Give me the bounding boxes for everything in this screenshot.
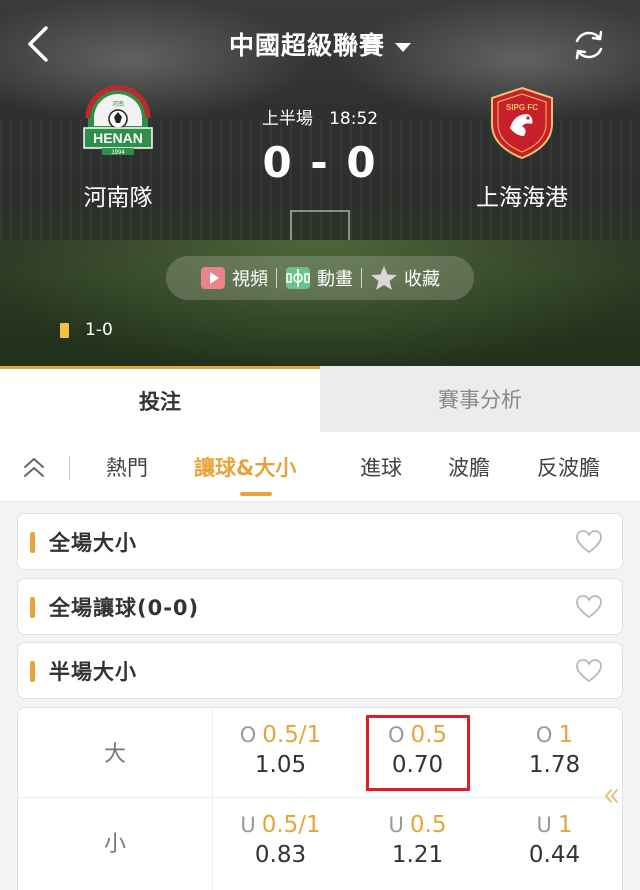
row-label-over: 大 bbox=[103, 742, 126, 767]
yellow-card-icon bbox=[60, 322, 69, 338]
odds-cell[interactable]: O 0.5/1 1.05 bbox=[212, 722, 349, 778]
subtab-divider bbox=[69, 456, 70, 480]
odds-prefix: U bbox=[240, 813, 256, 837]
subtab-goals[interactable]: 進球 bbox=[360, 452, 402, 482]
match-clock: 18:52 bbox=[329, 109, 379, 129]
heart-icon[interactable] bbox=[575, 594, 603, 620]
selected-odds-highlight bbox=[366, 715, 470, 791]
odds-value: 1.21 bbox=[391, 842, 444, 868]
subtab-reverse-correct-score[interactable]: 反波膽 bbox=[537, 452, 600, 482]
video-button[interactable]: 視頻 bbox=[192, 265, 276, 291]
odds-prefix: U bbox=[388, 813, 404, 837]
tab-match-analysis[interactable]: 賽事分析 bbox=[320, 366, 640, 432]
market-fulltime-handicap[interactable]: 全場讓球(0-0) bbox=[17, 578, 623, 635]
row-divider bbox=[18, 797, 622, 798]
away-logo-text: SIPG FC bbox=[506, 103, 538, 112]
video-label: 視頻 bbox=[232, 269, 268, 290]
market-accent-bar bbox=[30, 532, 35, 553]
match-header: 中國超級聯賽 HENAN 1994 河南 河南隊 SIPG FC 上海海港 上半… bbox=[0, 0, 640, 366]
odds-line: 1 bbox=[557, 812, 573, 838]
double-chevron-left-icon[interactable] bbox=[602, 786, 622, 806]
active-tab-underline bbox=[240, 492, 272, 496]
odds-line: 0.5/1 bbox=[262, 722, 322, 748]
caret-down-icon bbox=[395, 42, 411, 52]
home-logo-text: HENAN bbox=[93, 130, 143, 146]
away-team-logo: SIPG FC bbox=[491, 86, 553, 160]
odds-prefix: O bbox=[535, 723, 553, 747]
odds-value: 0.83 bbox=[254, 842, 307, 868]
market-label: 半場大小 bbox=[49, 660, 137, 684]
yellow-card-count: 1-0 bbox=[60, 320, 113, 340]
star-icon bbox=[371, 266, 397, 290]
odds-value: 1.78 bbox=[528, 752, 581, 778]
favorite-button[interactable]: 收藏 bbox=[362, 265, 448, 291]
row-label-under: 小 bbox=[103, 832, 126, 857]
match-period: 上半場 18:52 bbox=[220, 104, 420, 129]
main-tabs: 投注 賽事分析 bbox=[0, 366, 640, 432]
league-name: 中國超級聯賽 bbox=[228, 31, 385, 60]
odds-cell[interactable]: O1 1.78 bbox=[486, 722, 622, 778]
market-category-tabs: 熱門 讓球&大小 進球 波膽 反波膽 bbox=[0, 432, 640, 502]
league-selector[interactable]: 中國超級聯賽 bbox=[0, 26, 640, 62]
odds-cell[interactable]: U 0.5/1 0.83 bbox=[212, 812, 349, 868]
home-team-logo: HENAN 1994 河南 bbox=[83, 85, 153, 156]
period-label: 上半場 bbox=[261, 109, 313, 129]
animation-label: 動畫 bbox=[317, 269, 353, 290]
odds-table: 大 小 O 0.5/1 1.05 O 0.5 0.70 O1 1.78 U 0.5/1… bbox=[17, 707, 623, 890]
play-video-icon bbox=[201, 267, 225, 289]
refresh-icon[interactable] bbox=[572, 28, 606, 62]
market-halftime-overunder[interactable]: 半場大小 bbox=[17, 642, 623, 699]
tab-betting[interactable]: 投注 bbox=[0, 366, 320, 432]
favorite-label: 收藏 bbox=[404, 269, 440, 290]
media-bar: 視頻 動畫 收藏 bbox=[166, 256, 474, 300]
market-label: 全場讓球(0-0) bbox=[49, 596, 200, 620]
market-accent-bar bbox=[30, 661, 35, 682]
match-score: 0 - 0 bbox=[262, 138, 378, 187]
odds-value: 1.05 bbox=[254, 752, 307, 778]
odds-line: 1 bbox=[558, 722, 574, 748]
market-accent-bar bbox=[30, 597, 35, 618]
subtab-handicap-overunder[interactable]: 讓球&大小 bbox=[194, 452, 296, 482]
heart-icon[interactable] bbox=[575, 658, 603, 684]
odds-line: 0.5 bbox=[409, 812, 447, 838]
home-logo-sub: 河南 bbox=[112, 100, 124, 108]
goal-frame bbox=[290, 210, 350, 240]
market-fulltime-overunder[interactable]: 全場大小 bbox=[17, 513, 623, 570]
odds-cell[interactable]: U1 0.44 bbox=[486, 812, 622, 868]
away-team-name: 上海海港 bbox=[476, 185, 568, 211]
odds-value: 0.44 bbox=[528, 842, 581, 868]
collapse-up-icon[interactable] bbox=[20, 454, 48, 482]
home-team-name: 河南隊 bbox=[83, 185, 153, 211]
odds-prefix: O bbox=[239, 723, 257, 747]
market-label: 全場大小 bbox=[49, 531, 137, 555]
home-logo-year: 1994 bbox=[111, 150, 125, 156]
odds-line: 0.5/1 bbox=[261, 812, 321, 838]
heart-icon[interactable] bbox=[575, 529, 603, 555]
subtab-popular[interactable]: 熱門 bbox=[106, 452, 148, 482]
odds-prefix: U bbox=[536, 813, 552, 837]
subtab-correct-score[interactable]: 波膽 bbox=[448, 452, 490, 482]
odds-cell[interactable]: U 0.5 1.21 bbox=[349, 812, 486, 868]
animation-button[interactable]: 動畫 bbox=[277, 265, 361, 291]
pitch-animation-icon bbox=[286, 267, 310, 289]
yellow-card-value: 1-0 bbox=[85, 320, 113, 340]
